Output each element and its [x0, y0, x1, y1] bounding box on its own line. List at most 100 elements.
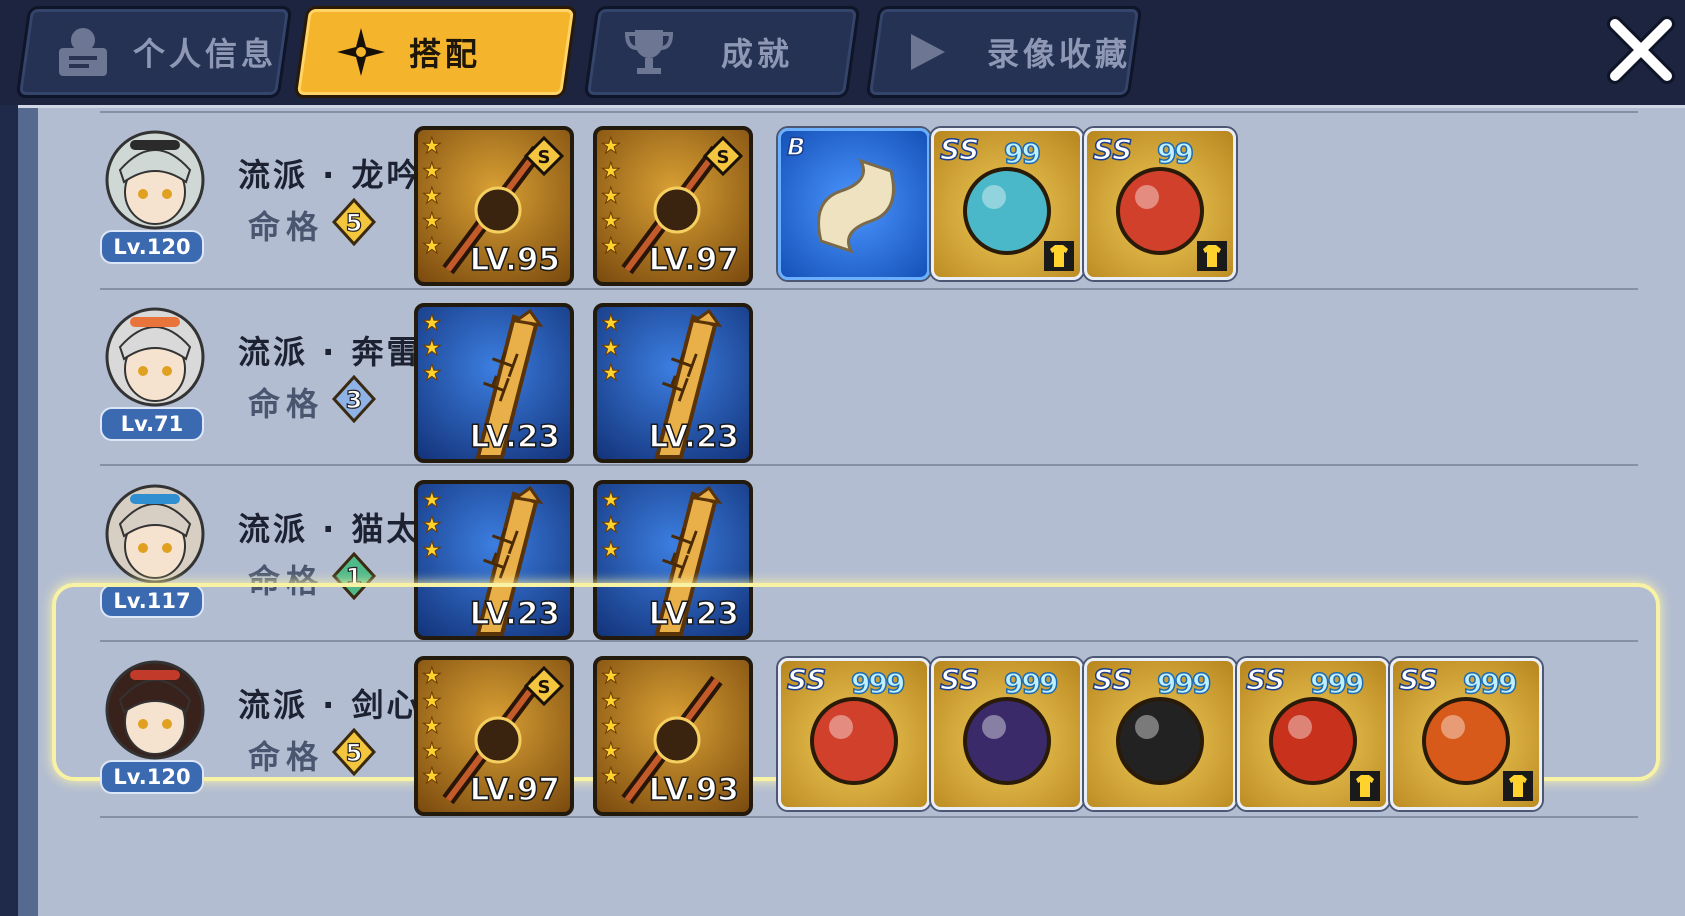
svg-text:S: S — [538, 147, 551, 168]
top-tab-bar: 个人信息 搭配 成就 录像收藏 — [0, 0, 1685, 105]
weapon-level: LV.23 — [648, 418, 740, 456]
weapon-card[interactable]: 上上 ★ ★ ★ LV.23 — [593, 303, 753, 463]
weapon-level: LV.23 — [469, 418, 561, 456]
star-icon: ★ — [422, 134, 443, 160]
level-badge: Lv.120 — [100, 760, 204, 794]
weapon-level: LV.97 — [648, 241, 740, 279]
tab-label: 成就 — [721, 35, 794, 73]
star-icon: ★ — [601, 513, 622, 539]
star-icon: ★ — [422, 538, 443, 564]
star-icon: ★ — [601, 134, 622, 160]
star-icon: ★ — [422, 159, 443, 185]
star-icon: ★ — [422, 209, 443, 235]
weapon-level: LV.97 — [469, 771, 561, 809]
tab-label: 搭配 — [409, 35, 482, 73]
row-divider — [100, 464, 1638, 466]
enhancement-marks: 99 — [1156, 136, 1194, 171]
svg-text:S: S — [717, 147, 730, 168]
star-rating: ★ ★ ★ ★ ★ — [422, 664, 443, 790]
fate-rank-badge: 3 — [330, 374, 378, 424]
star-icon: ★ — [601, 714, 622, 740]
star-icon: ★ — [601, 336, 622, 362]
star-icon: ★ — [601, 764, 622, 790]
weapon-card[interactable]: ★ ★ ★ ★ ★ S LV.95 — [414, 126, 574, 286]
enhancement-marks: 999 — [1309, 666, 1365, 701]
close-icon[interactable] — [1605, 14, 1677, 86]
equipment-card[interactable]: SS 999 — [1390, 658, 1542, 810]
equipment-card[interactable]: SS 999 — [1237, 658, 1389, 810]
star-icon: ★ — [422, 336, 443, 362]
tab-profile[interactable]: 个人信息 — [15, 6, 293, 98]
star-rating: ★ ★ ★ ★ ★ — [601, 664, 622, 790]
row-divider — [100, 816, 1638, 818]
star-rating: ★ ★ ★ ★ ★ — [601, 134, 622, 260]
fate-rank-badge: 5 — [330, 197, 378, 247]
equipment-card[interactable]: SS 99 — [931, 128, 1083, 280]
star-icon: ★ — [422, 311, 443, 337]
star-rating: ★ ★ ★ — [422, 488, 443, 564]
grade-label: SS — [939, 132, 980, 167]
tab-achievements[interactable]: 成就 — [583, 6, 861, 98]
school-name: 流派 · 奔雷 — [238, 333, 422, 371]
star-icon: ★ — [601, 209, 622, 235]
costume-icon — [1350, 771, 1380, 801]
weapon-card[interactable]: ★ ★ ★ ★ ★ S LV.97 — [593, 126, 753, 286]
weapon-level: LV.95 — [469, 241, 561, 279]
grade-label: SS — [1092, 662, 1133, 697]
fate-label: 命格 — [248, 385, 325, 423]
star-icon: ★ — [422, 764, 443, 790]
level-badge: Lv.120 — [100, 230, 204, 264]
star-icon: ★ — [422, 714, 443, 740]
row-divider — [100, 111, 1638, 113]
weapon-card[interactable]: ★ ★ ★ ★ ★ S LV.97 — [414, 656, 574, 816]
grade-label: SS — [786, 662, 827, 697]
enhancement-marks: 999 — [850, 666, 906, 701]
grade-label: SS — [1398, 662, 1439, 697]
s-rank-icon: S — [702, 135, 744, 177]
trophy-icon — [624, 30, 674, 74]
star-icon: ★ — [422, 488, 443, 514]
costume-icon — [1044, 241, 1074, 271]
fate-rank-badge: 5 — [330, 727, 378, 777]
s-rank-icon: S — [523, 665, 565, 707]
weapon-card[interactable]: 上上 ★ ★ ★ LV.23 — [414, 303, 574, 463]
grade-label: SS — [1245, 662, 1286, 697]
svg-text:3: 3 — [346, 386, 363, 414]
equipment-card[interactable]: SS 999 — [778, 658, 930, 810]
school-name: 流派 · 龙吟 — [238, 156, 422, 194]
s-rank-icon: S — [523, 135, 565, 177]
panel-edge — [18, 108, 38, 916]
star-rating: ★ ★ ★ — [601, 311, 622, 387]
weapon-card[interactable]: ★ ★ ★ ★ ★ LV.93 — [593, 656, 753, 816]
school-name: 流派 · 猫太 — [238, 510, 422, 548]
star-icon: ★ — [422, 664, 443, 690]
profile-card-icon — [59, 28, 107, 76]
weapon-level: LV.93 — [648, 771, 740, 809]
costume-icon — [1503, 771, 1533, 801]
equipment-card[interactable]: B — [778, 128, 930, 280]
star-rating: ★ ★ ★ — [601, 488, 622, 564]
star-icon: ★ — [422, 184, 443, 210]
star-icon: ★ — [422, 689, 443, 715]
svg-text:5: 5 — [346, 739, 363, 767]
row-divider — [100, 288, 1638, 290]
equipment-card[interactable]: SS 999 — [931, 658, 1083, 810]
star-icon: ★ — [601, 538, 622, 564]
star-icon: ★ — [601, 664, 622, 690]
grade-label: B — [786, 132, 806, 162]
equipment-card[interactable]: SS 99 — [1084, 128, 1236, 280]
star-icon: ★ — [422, 739, 443, 765]
fate-label: 命格 — [248, 208, 325, 246]
tab-replays[interactable]: 录像收藏 — [865, 6, 1143, 98]
tab-loadout[interactable]: 搭配 — [293, 6, 578, 98]
star-icon: ★ — [601, 361, 622, 387]
star-icon: ★ — [422, 361, 443, 387]
star-icon: ★ — [601, 311, 622, 337]
grade-label: SS — [939, 662, 980, 697]
equipment-card[interactable]: SS 999 — [1084, 658, 1236, 810]
svg-text:S: S — [538, 677, 551, 698]
star-icon: ★ — [601, 739, 622, 765]
enhancement-marks: 99 — [1003, 136, 1041, 171]
enhancement-marks: 999 — [1462, 666, 1518, 701]
enhancement-marks: 999 — [1003, 666, 1059, 701]
